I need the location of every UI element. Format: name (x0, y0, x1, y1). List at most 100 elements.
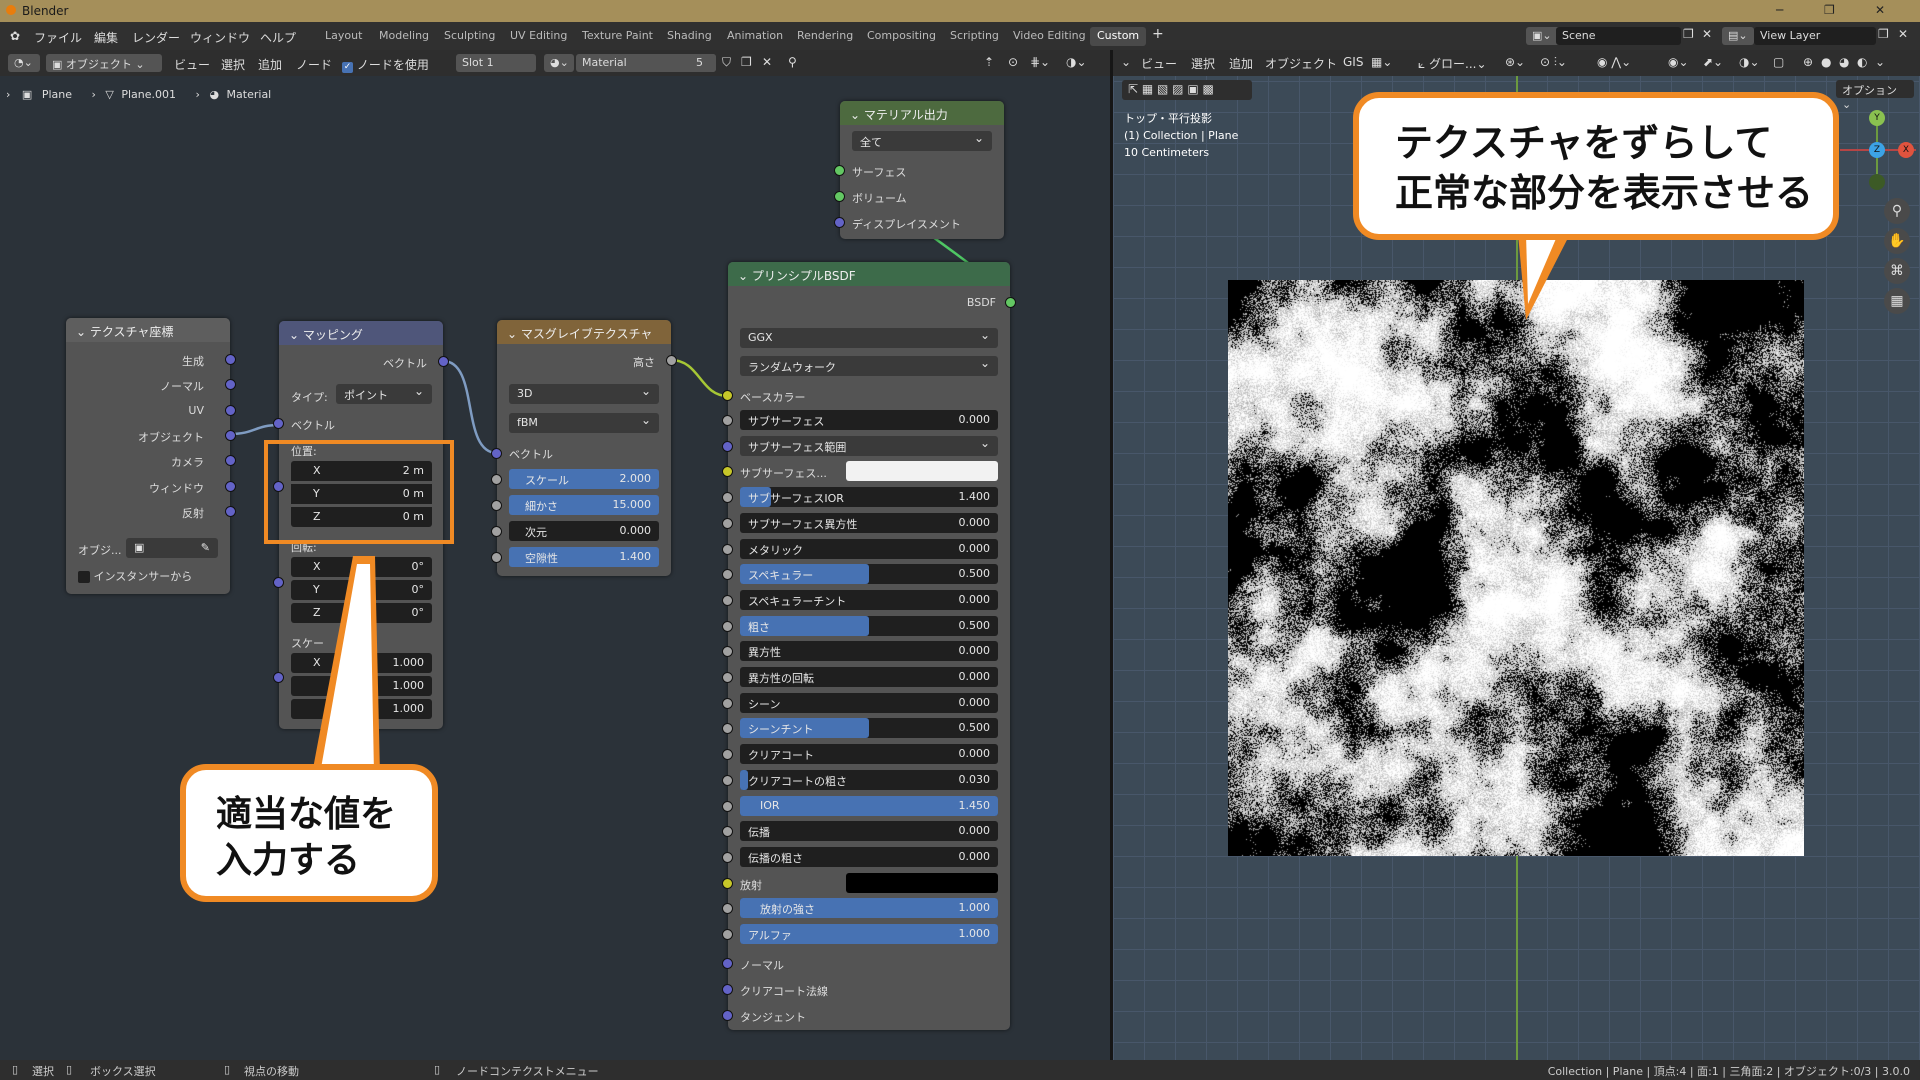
scene-name-field[interactable]: Scene (1556, 27, 1681, 45)
minimize-icon[interactable]: ─ (1776, 3, 1783, 17)
tab-layout[interactable]: Layout (318, 27, 369, 46)
tab-uv-editing[interactable]: UV Editing (503, 27, 574, 46)
bsdf-input-field[interactable]: クリアコートの粗さ 0.030 (740, 769, 998, 790)
socket-bsdf-input[interactable] (722, 774, 733, 786)
options-dropdown[interactable]: オプション ⌄ (1836, 80, 1914, 111)
gizmo-neg-y-icon[interactable] (1869, 174, 1885, 190)
dimension-field[interactable]: 次元 0.000 (509, 521, 659, 541)
tab-animation[interactable]: Animation (720, 27, 790, 46)
tab-compositing[interactable]: Compositing (860, 27, 943, 46)
view-layer-icon[interactable]: ▤⌄ (1722, 27, 1754, 45)
delete-view-layer-icon[interactable]: ✕ (1898, 27, 1908, 41)
editor-type-icon[interactable]: ⌄ (1121, 55, 1131, 69)
socket-bsdf-input[interactable] (722, 851, 733, 863)
collapse-icon[interactable]: ⌄ (507, 327, 517, 341)
duplicate-material-icon[interactable]: ❐ (741, 55, 752, 69)
socket-uv[interactable] (225, 405, 236, 416)
vp-menu-select[interactable]: 選択 (1191, 55, 1215, 72)
bsdf-input-field[interactable]: 放射の強さ 1.000 (740, 898, 998, 919)
socket-scale[interactable] (491, 474, 502, 485)
node-header[interactable]: ⌄ プリンシプルBSDF (728, 262, 1010, 286)
snap-icon[interactable]: ⊙ (1008, 55, 1018, 69)
object-picker-field[interactable]: ▣ ✎ (126, 538, 218, 558)
bsdf-input-field[interactable]: サブサーフェス 0.000 (740, 410, 998, 430)
tab-modeling[interactable]: Modeling (372, 27, 436, 46)
socket-vector-in[interactable] (273, 418, 284, 429)
shading-material-icon[interactable]: ◕ (1839, 55, 1849, 69)
bsdf-input-field[interactable]: IOR 1.450 (740, 795, 998, 816)
snap-options-icon[interactable]: ⋕⌄ (1030, 55, 1050, 69)
socket-bsdf-input[interactable] (722, 492, 733, 504)
socket-bsdf-input[interactable] (722, 697, 733, 709)
xray-icon[interactable]: ▢ (1773, 55, 1784, 69)
material-users-count[interactable]: 5 (690, 54, 716, 72)
area-divider[interactable] (1110, 50, 1113, 1060)
node-menu-add[interactable]: 追加 (258, 56, 282, 73)
dimensions-dropdown[interactable]: 3D (509, 384, 659, 404)
node-material-output[interactable]: ⌄ マテリアル出力 全て サーフェス ボリューム ディスプレイスメント (834, 101, 1004, 239)
bsdf-input-field[interactable]: シーン 0.000 (740, 692, 998, 713)
collapse-icon[interactable]: ⌄ (850, 108, 860, 122)
socket-reflection[interactable] (225, 506, 236, 517)
node-musgrave-texture[interactable]: ⌄ マスグレイブテクスチャ 高さ 3D fBM ベクトル スケール2.000 細… (491, 320, 677, 576)
collapse-icon[interactable]: ⌄ (76, 325, 86, 339)
socket-vector-out[interactable] (438, 356, 449, 367)
view-layer-field[interactable]: View Layer (1754, 27, 1876, 45)
shading-wireframe-icon[interactable]: ⊕ (1803, 55, 1813, 69)
bsdf-input-field[interactable]: スペキュラー 0.500 (740, 564, 998, 585)
socket-bsdf-input[interactable] (722, 594, 733, 606)
type-dropdown[interactable]: ポイント (336, 384, 432, 404)
node-menu-select[interactable]: 選択 (221, 56, 245, 73)
visibility-icon[interactable]: ◉⌄ (1668, 55, 1689, 69)
distribution-dropdown[interactable]: GGX (740, 328, 998, 348)
bsdf-input-field[interactable]: メタリック 0.000 (740, 538, 998, 559)
socket-height-out[interactable] (666, 355, 677, 366)
node-principled-bsdf[interactable]: ⌄ プリンシプルBSDF BSDF GGX ランダムウォーク ベースカラー サブ… (722, 262, 1016, 1030)
menu-edit[interactable]: 編集 (94, 29, 118, 46)
socket-bsdf-input[interactable] (722, 877, 733, 889)
socket-bsdf-input[interactable] (722, 723, 733, 735)
socket-surface[interactable] (834, 165, 845, 176)
socket-lacunarity[interactable] (491, 552, 502, 563)
node-menu-node[interactable]: ノード (296, 56, 332, 73)
transform-orientation-dropdown[interactable]: ⟀ グロー...⌄ (1418, 55, 1487, 72)
tab-scripting[interactable]: Scripting (943, 27, 1006, 46)
socket-rotation[interactable] (273, 577, 284, 588)
tab-custom[interactable]: Custom (1090, 27, 1147, 46)
tab-video-editing[interactable]: Video Editing (1006, 27, 1093, 46)
pan-hand-icon[interactable]: ✋ (1884, 228, 1910, 254)
socket-base-color[interactable] (722, 390, 733, 401)
subsurface-method-dropdown[interactable]: ランダムウォーク (740, 356, 998, 376)
unlink-material-icon[interactable]: ✕ (762, 55, 772, 69)
color-swatch[interactable] (846, 872, 998, 893)
eyedropper-icon[interactable]: ✎ (201, 541, 210, 554)
tab-texture-paint[interactable]: Texture Paint (575, 27, 660, 46)
gizmo-y-icon[interactable]: Y (1869, 110, 1885, 126)
blender-menu-icon[interactable]: ✿ (10, 29, 20, 43)
socket-bsdf-input[interactable] (722, 517, 733, 529)
socket-bsdf-input[interactable] (722, 903, 733, 915)
socket-dimension[interactable] (491, 526, 502, 537)
color-swatch[interactable] (846, 461, 998, 482)
maximize-icon[interactable]: ❐ (1824, 3, 1835, 17)
bsdf-input-field[interactable]: 粗さ 0.500 (740, 615, 998, 636)
node-texture-coordinate[interactable]: ⌄ テクスチャ座標 生成 ノーマル UV オブジェクト カメラ ウィンドウ 反射… (66, 318, 236, 594)
bsdf-input-field[interactable]: サブサーフェス異方性 0.000 (740, 512, 998, 533)
breadcrumb-mesh[interactable]: Plane.001 (121, 88, 176, 101)
menu-render[interactable]: レンダー (132, 29, 180, 46)
bsdf-input-field[interactable]: クリアコート 0.000 (740, 744, 998, 765)
material-browse-icon[interactable]: ◕⌄ (544, 54, 574, 72)
gizmo-x-icon[interactable]: X (1898, 142, 1914, 158)
snap-icon[interactable]: ⊙ ⫶⌄ (1540, 55, 1567, 70)
socket-object[interactable] (225, 430, 236, 441)
socket-detail[interactable] (491, 500, 502, 511)
socket-generated[interactable] (225, 354, 236, 365)
tab-shading[interactable]: Shading (660, 27, 719, 46)
socket-bsdf-input[interactable] (722, 440, 733, 452)
bsdf-input-field[interactable]: サブサーフェスIOR 1.400 (740, 487, 998, 508)
pivot-icon[interactable]: ⊛⌄ (1505, 55, 1525, 69)
vp-menu-view[interactable]: ビュー (1141, 55, 1177, 72)
socket-normal[interactable] (225, 379, 236, 390)
bsdf-input-field[interactable]: スペキュラーチント 0.000 (740, 589, 998, 610)
new-scene-icon[interactable]: ❐ (1683, 27, 1694, 41)
